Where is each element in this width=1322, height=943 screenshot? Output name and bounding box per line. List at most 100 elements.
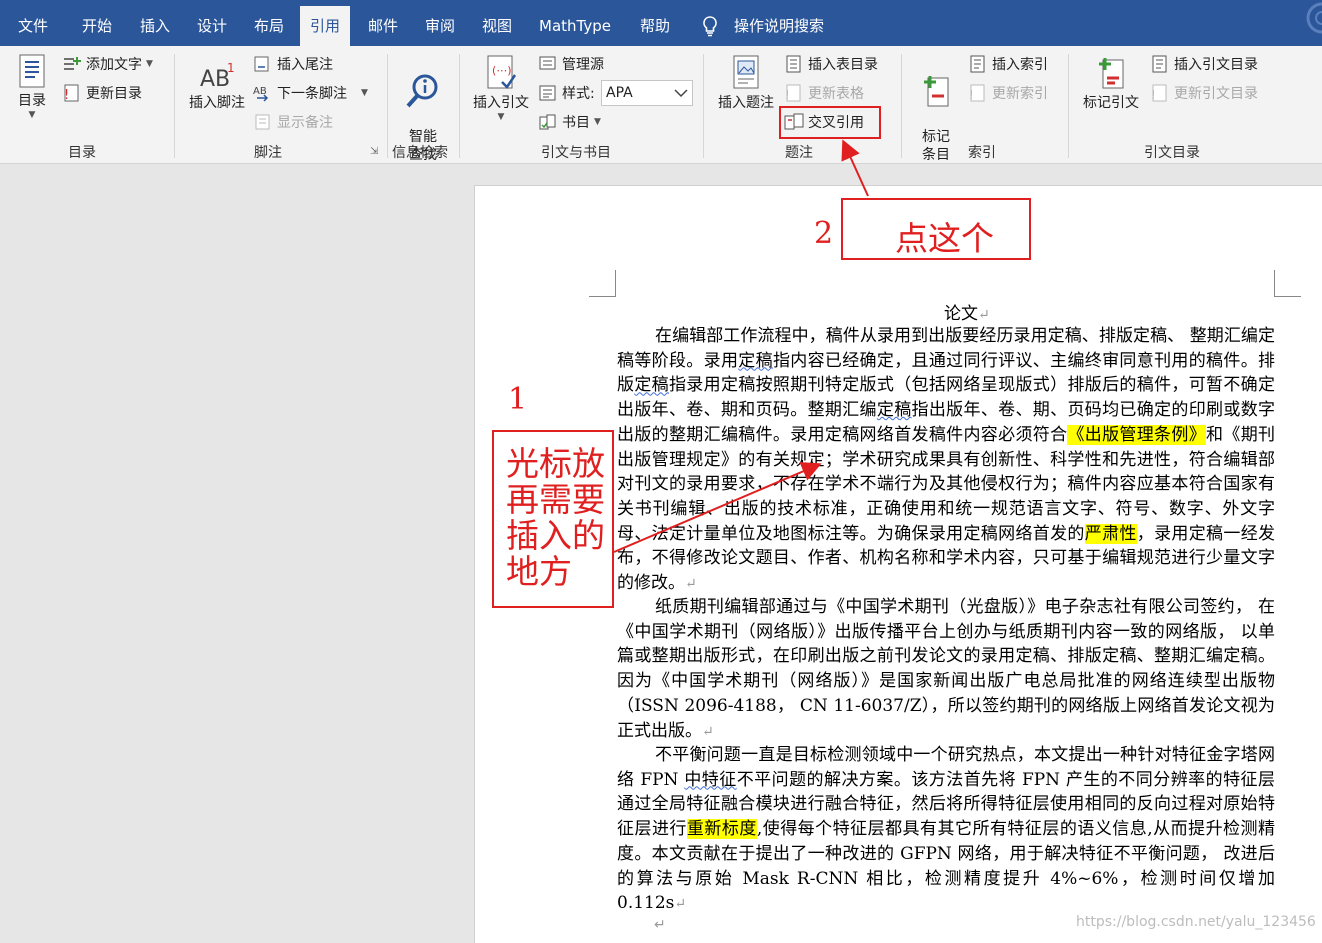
tab-design[interactable]: 设计 <box>197 0 227 46</box>
tab-review[interactable]: 审阅 <box>425 0 455 46</box>
group-separator <box>459 54 460 158</box>
next-footnote-button[interactable]: AB 下一条脚注 ▼ <box>253 82 368 104</box>
mark-citation-button[interactable]: 标记引文 <box>1078 54 1144 112</box>
tab-layout[interactable]: 布局 <box>254 0 284 46</box>
svg-text:1: 1 <box>227 61 235 75</box>
step-1-number: 1 <box>508 382 528 417</box>
watermark: https://blog.csdn.net/yalu_123456 <box>1076 914 1316 930</box>
paragraph-mark: ↵ <box>674 896 687 913</box>
tell-me-search[interactable]: 操作说明搜索 <box>734 0 824 46</box>
paragraph-mark: ↵ <box>654 917 666 933</box>
ribbon-tab-bar: 文件 开始 插入 设计 布局 引用 邮件 审阅 视图 MathType 帮助 操… <box>0 0 1322 46</box>
chevron-down-icon <box>674 89 688 98</box>
citation-style-select[interactable]: APA <box>601 80 693 106</box>
paragraph-mark: ↵ <box>702 723 714 740</box>
insert-endnote-button[interactable]: 插入尾注 <box>253 53 333 75</box>
show-notes-icon <box>255 114 270 130</box>
insert-footnote-button[interactable]: AB 1 插入脚注 <box>182 60 252 112</box>
group-label-research: 信息检索 <box>392 145 448 161</box>
account-decoration-icon <box>1306 2 1322 34</box>
insert-caption-button[interactable]: 插入题注 <box>712 54 780 112</box>
paragraph-1[interactable]: 在编辑部工作流程中，稿件从录用到出版要经历录用定稿、排版定稿、 整期汇编定稿等阶… <box>617 324 1275 597</box>
style-label: 样式: <box>538 82 595 104</box>
add-text-icon <box>64 57 81 70</box>
manage-sources-icon <box>539 56 556 70</box>
bibliography-icon <box>539 114 556 130</box>
bibliography-button[interactable]: 书目 ▼ <box>538 111 601 133</box>
tab-help[interactable]: 帮助 <box>640 0 670 46</box>
chevron-down-icon: ▼ <box>146 59 153 69</box>
group-separator <box>387 54 388 158</box>
insert-toa-button[interactable]: 插入引文目录 <box>1150 53 1258 75</box>
add-text-button[interactable]: 添加文字 ▼ <box>62 53 153 75</box>
svg-text:(⋯): (⋯) <box>492 64 512 77</box>
show-notes-button[interactable]: 显示备注 <box>253 111 333 133</box>
step-2-callout-box: 点这个 <box>841 198 1031 260</box>
update-toa-button[interactable]: ! 更新引文目录 <box>1150 82 1258 104</box>
chevron-down-icon: ▼ <box>594 117 601 127</box>
group-label-footnotes: 脚注 <box>254 145 282 161</box>
lightbulb-icon[interactable] <box>700 15 720 37</box>
mark-citation-icon <box>1099 58 1124 89</box>
toc-button[interactable]: 目录 ▼ <box>12 54 52 120</box>
style-icon <box>539 85 556 101</box>
paragraph-2[interactable]: 纸质期刊编辑部通过与《中国学术期刊（光盘版）》电子杂志社有限公司签约， 在《中国… <box>617 595 1275 744</box>
group-label-citations: 引文与书目 <box>541 145 611 161</box>
insert-caption-icon <box>733 55 759 89</box>
tab-references[interactable]: 引用 <box>300 6 351 46</box>
ribbon-references: 目录 ▼ 添加文字 ▼ ! 更新目录 目录 AB 1 插入脚注 插入尾注 AB 下… <box>0 46 1322 164</box>
group-separator <box>174 54 175 158</box>
svg-text:AB: AB <box>200 67 230 92</box>
insert-citation-icon: (⋯) <box>487 55 517 89</box>
next-footnote-icon: AB <box>253 86 269 102</box>
highlighted-text: 重新标度 <box>686 819 757 840</box>
insert-index-button[interactable]: 插入索引 <box>968 53 1048 75</box>
group-label-index: 索引 <box>968 145 996 161</box>
insert-citation-button[interactable]: (⋯) 插入引文 ▼ <box>468 54 534 122</box>
chevron-down-icon: ▼ <box>497 112 505 122</box>
svg-text:!: ! <box>64 88 69 102</box>
tab-insert[interactable]: 插入 <box>140 0 170 46</box>
highlighted-text: 严肃性 <box>1084 523 1137 544</box>
manage-sources-button[interactable]: 管理源 <box>538 53 604 75</box>
insert-toa-icon <box>1152 55 1167 73</box>
table-of-figures-icon <box>786 55 801 73</box>
mark-entry-icon <box>924 76 949 107</box>
tab-mailings[interactable]: 邮件 <box>368 0 398 46</box>
paragraph-3[interactable]: 不平衡问题一直是目标检测领域中一个研究热点，本文提出一种针对特征金字塔网络 FP… <box>617 743 1275 917</box>
update-toa-icon: ! <box>1151 84 1167 102</box>
group-label-captions: 题注 <box>785 145 813 161</box>
chevron-down-icon: ▼ <box>361 88 368 98</box>
tab-home[interactable]: 开始 <box>82 0 112 46</box>
footnote-icon: AB 1 <box>200 61 235 92</box>
svg-text:!: ! <box>1151 88 1156 102</box>
margin-corner-mark <box>589 270 616 297</box>
update-toc-button[interactable]: ! 更新目录 <box>62 82 142 104</box>
paragraph-mark: ↵ <box>685 576 697 593</box>
document-title[interactable]: 论文↵ <box>944 299 990 324</box>
insert-table-of-figures-button[interactable]: 插入表目录 <box>784 53 878 75</box>
update-index-button[interactable]: ! 更新索引 <box>968 82 1048 104</box>
update-toc-icon: ! <box>64 84 79 102</box>
tab-view[interactable]: 视图 <box>482 0 512 46</box>
margin-corner-mark <box>1274 270 1301 297</box>
group-separator <box>1068 54 1069 158</box>
cross-reference-highlight-box <box>779 106 881 139</box>
svg-text:!: ! <box>969 88 974 102</box>
tab-file[interactable]: 文件 <box>18 0 48 46</box>
smart-lookup-icon <box>406 74 438 108</box>
group-label-toc: 目录 <box>68 145 96 161</box>
group-separator <box>703 54 704 158</box>
insert-index-icon <box>970 55 985 73</box>
update-table-icon: ! <box>785 84 801 102</box>
update-table-button[interactable]: ! 更新表格 <box>784 82 864 104</box>
endnote-icon <box>254 56 269 72</box>
group-separator <box>901 54 902 158</box>
step-2-number: 2 <box>814 216 834 251</box>
mark-entry-button[interactable]: 标记 条目 <box>910 54 962 164</box>
chevron-down-icon: ▼ <box>28 110 36 120</box>
step-2-text: 点这个 <box>895 219 994 258</box>
footnote-dialog-launcher-icon[interactable]: ⇲ <box>370 146 378 157</box>
table-of-contents-icon <box>19 54 45 88</box>
tab-mathtype[interactable]: MathType <box>539 0 611 46</box>
